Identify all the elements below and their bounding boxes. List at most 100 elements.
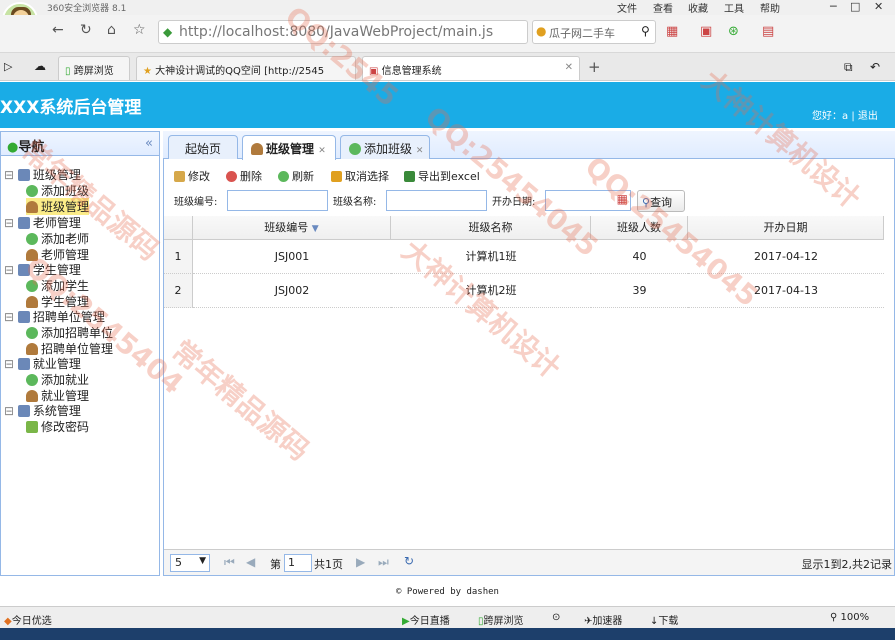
menu-help[interactable]: 帮助	[760, 0, 780, 15]
home-icon[interactable]: ⌂	[107, 22, 116, 38]
start-date-input[interactable]: ▦	[545, 190, 631, 211]
cloud-icon[interactable]: ☁	[34, 59, 46, 73]
search-icon[interactable]: ⚲	[641, 24, 650, 38]
column-header[interactable]: 班级名称	[391, 216, 591, 240]
tree-group-employer[interactable]: ⊟ 招聘单位管理	[4, 308, 105, 325]
app-title: XXX系统后台管理	[0, 98, 142, 118]
column-header[interactable]: 班级编号 ▼	[193, 216, 391, 240]
undo-icon[interactable]: ↶	[870, 60, 880, 74]
cell-class-no: JSJ002	[193, 274, 391, 308]
logout-link[interactable]: 退出	[858, 111, 878, 122]
nav-header: ●导航 «	[1, 132, 159, 156]
tree-group-class[interactable]: ⊟ 班级管理	[4, 166, 81, 183]
folder-icon	[17, 264, 30, 276]
tree-item-add-employment[interactable]: 添加就业	[26, 371, 89, 388]
maximize-icon[interactable]: □	[850, 0, 860, 13]
new-tab-button[interactable]: +	[588, 58, 601, 76]
user-icon	[26, 249, 38, 261]
folder-icon	[17, 405, 30, 417]
edit-button[interactable]: 修改	[174, 168, 210, 184]
delete-button[interactable]: 删除	[226, 168, 262, 184]
tab-class-manage[interactable]: 班级管理 ✕	[242, 135, 336, 160]
last-page-icon[interactable]: ⏭	[378, 555, 389, 570]
excel-icon	[404, 171, 415, 182]
browser-search-box[interactable]: ● 瓜子网二手车 ⚲	[532, 20, 656, 44]
status-icon[interactable]: ⊙	[552, 612, 560, 623]
close-tab-icon[interactable]: ✕	[565, 62, 573, 73]
extension-icon[interactable]: ▤	[762, 24, 774, 39]
export-excel-button[interactable]: 导出到excel	[404, 168, 480, 184]
status-zoom[interactable]: ⚲ 100%	[830, 612, 869, 623]
cell-start-date: 2017-04-12	[688, 240, 884, 274]
tab-add-class[interactable]: 添加班级 ✕	[340, 135, 430, 159]
column-header[interactable]: 班级人数	[591, 216, 688, 240]
class-no-input[interactable]	[227, 190, 328, 211]
prev-page-icon[interactable]: ◀	[246, 555, 255, 569]
close-tab-icon[interactable]: ✕	[416, 146, 424, 156]
column-header[interactable]: 开办日期	[688, 216, 884, 240]
extension-icon[interactable]: ⊛	[728, 24, 739, 39]
chevron-down-icon: ▼	[199, 556, 206, 566]
extension-icon[interactable]: ▣	[700, 24, 712, 39]
tree-item-add-employer[interactable]: 添加招聘单位	[26, 324, 113, 341]
sidebar-toggle-icon[interactable]: ▷	[4, 60, 12, 73]
tree-item-add-class[interactable]: 添加班级	[26, 182, 89, 199]
browser-tab-qq-space[interactable]: ★ 大神设计调试的QQ空间 [http://2545	[136, 56, 356, 80]
nav-title: 导航	[18, 140, 45, 155]
clear-selection-button[interactable]: 取消选择	[331, 168, 389, 184]
extension-icon[interactable]: ▦	[666, 24, 678, 39]
daily-picks[interactable]: ◆今日优选	[4, 612, 52, 627]
status-live[interactable]: ▶今日直播	[402, 612, 450, 627]
back-icon[interactable]: ←	[52, 22, 64, 38]
page-number-input[interactable]: 1	[284, 554, 312, 572]
tree-item-add-teacher[interactable]: 添加老师	[26, 230, 89, 247]
tree-item-class-manage[interactable]: 班级管理	[26, 198, 90, 215]
restore-icon[interactable]: ⧉	[844, 60, 853, 75]
status-accelerator[interactable]: ✈加速器	[584, 612, 622, 627]
tree-group-system[interactable]: ⊟ 系统管理	[4, 402, 81, 419]
tree-group-student[interactable]: ⊟ 学生管理	[4, 261, 81, 278]
greeting: 您好：a	[812, 111, 849, 122]
tree-group-teacher[interactable]: ⊟ 老师管理	[4, 214, 81, 231]
pencil-icon	[26, 421, 38, 433]
status-download[interactable]: ↓下载	[650, 612, 678, 627]
browser-tab-cross-screen[interactable]: ▯ 跨屏浏览	[58, 56, 130, 80]
browser-search-text: 瓜子网二手车	[549, 27, 615, 40]
menu-file[interactable]: 文件	[617, 0, 637, 15]
menu-favorites[interactable]: 收藏	[688, 0, 708, 15]
reload-icon[interactable]: ↻	[404, 554, 414, 568]
cell-class-count: 40	[591, 240, 688, 274]
user-icon	[26, 201, 38, 213]
url-bar[interactable]: ◆ http://localhost:8080/JavaWebProject/m…	[158, 20, 528, 44]
menu-view[interactable]: 查看	[653, 0, 673, 15]
query-button[interactable]: ⚲查询	[637, 190, 685, 212]
user-icon	[251, 143, 263, 155]
close-tab-icon[interactable]: ✕	[318, 146, 326, 156]
menu-tools[interactable]: 工具	[724, 0, 744, 15]
refresh-icon[interactable]: ↻	[80, 22, 92, 38]
next-page-icon[interactable]: ▶	[356, 555, 365, 569]
row-number: 2	[164, 274, 193, 308]
tree-group-employment[interactable]: ⊟ 就业管理	[4, 355, 81, 372]
folder-icon	[17, 217, 30, 229]
browser-tab-info-system[interactable]: ▣ 信息管理系统 ✕	[362, 56, 580, 80]
calendar-icon[interactable]: ▦	[617, 192, 628, 206]
first-page-icon[interactable]: ⏮	[224, 555, 235, 570]
tab-home[interactable]: 起始页	[168, 135, 238, 159]
cell-start-date: 2017-04-13	[688, 274, 884, 308]
total-pages: 共1页	[314, 558, 343, 571]
minimize-icon[interactable]: ─	[830, 0, 837, 13]
collapse-icon[interactable]: «	[145, 136, 153, 151]
add-icon	[26, 280, 38, 292]
tree-item-add-student[interactable]: 添加学生	[26, 277, 89, 294]
star-icon[interactable]: ☆	[133, 22, 146, 38]
add-icon	[26, 185, 38, 197]
status-cross-screen[interactable]: ▯跨屏浏览	[478, 612, 524, 627]
close-window-icon[interactable]: ✕	[874, 0, 883, 13]
search-engine-icon: ●	[536, 24, 547, 38]
refresh-button[interactable]: 刷新	[278, 168, 314, 184]
class-no-label: 班级编号:	[174, 197, 218, 208]
class-name-input[interactable]	[386, 190, 487, 211]
page-size-select[interactable]: 5 ▼	[170, 554, 210, 572]
tree-item-change-password[interactable]: 修改密码	[26, 418, 89, 435]
